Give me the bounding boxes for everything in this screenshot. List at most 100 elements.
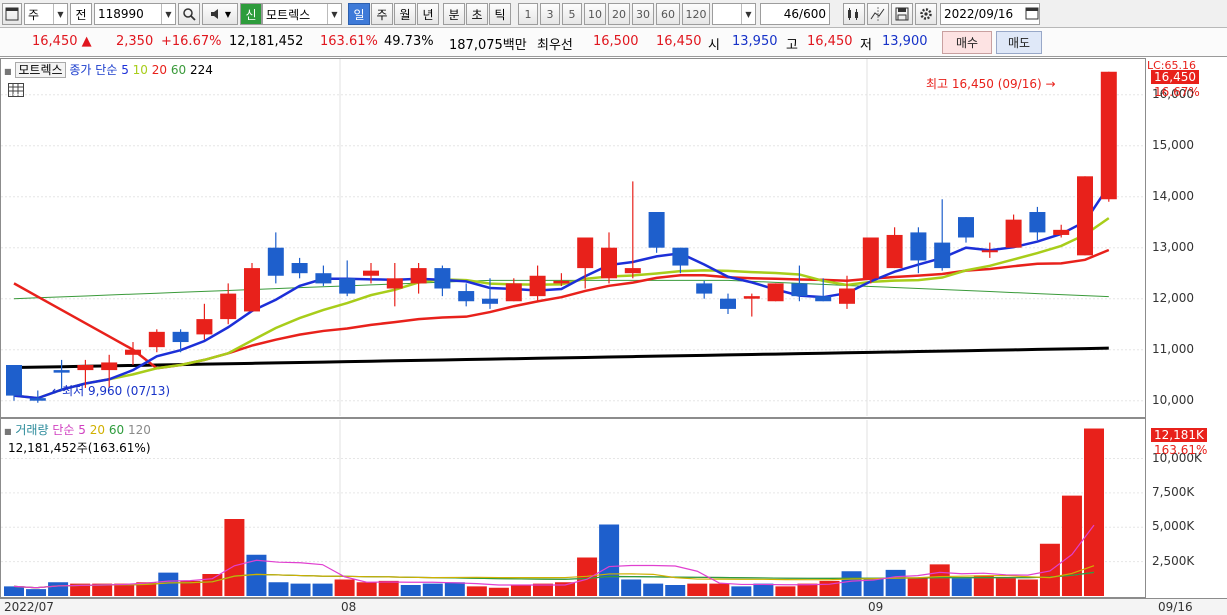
period-second-button[interactable]: 초	[466, 3, 488, 25]
volume-bar-down	[951, 578, 972, 596]
price-tick: 13,000	[1152, 239, 1194, 254]
interval-5-button[interactable]: 5	[562, 3, 582, 25]
low-label: 저	[860, 38, 872, 53]
volume-bar-up	[709, 583, 730, 596]
candle-type-icon[interactable]	[843, 3, 865, 25]
up-arrow-icon: ▲	[81, 34, 92, 49]
candle-up	[101, 362, 118, 371]
gear-icon[interactable]	[915, 3, 937, 25]
date-field[interactable]: 2022/09/16	[940, 3, 1040, 25]
candle-up	[767, 283, 784, 302]
volume-bar-up	[995, 578, 1016, 596]
price-tick: 15,000	[1152, 137, 1194, 152]
volume-bar-up	[114, 583, 135, 596]
volume-bar-up	[510, 585, 531, 596]
period-type-select[interactable]: 전	[70, 3, 92, 25]
candle-down	[53, 370, 70, 373]
volume-bar-up	[466, 586, 487, 596]
volume-bar-up	[973, 575, 994, 596]
turnover-ratio: 49.73%	[384, 34, 434, 49]
interval-60-button[interactable]: 60	[656, 3, 680, 25]
candle-up	[386, 278, 403, 289]
interval-30-button[interactable]: 30	[632, 3, 654, 25]
stock-code-value: 118990	[98, 7, 144, 21]
data-count-field[interactable]: 46/600	[760, 3, 830, 25]
search-icon[interactable]	[178, 3, 200, 25]
calendar-icon[interactable]	[1025, 6, 1039, 23]
x-axis: 2022/07 08 09 09/16	[0, 598, 1227, 615]
candle-up	[624, 268, 641, 274]
period-minute-button[interactable]: 분	[443, 3, 465, 25]
volume-bar-down	[643, 583, 664, 596]
x-label-sep: 09	[868, 600, 884, 614]
candle-up	[220, 293, 237, 320]
market-select[interactable]: 주 ▼	[24, 3, 68, 25]
price-tick: 11,000	[1152, 341, 1194, 356]
candle-down	[339, 278, 356, 294]
high-note: 최고 16,450 (09/16) →	[926, 75, 1056, 92]
trade-amount: 187,075백만	[449, 38, 527, 53]
current-price: 16,450 ▲	[32, 34, 92, 49]
candle-down	[934, 242, 951, 269]
chevron-down-icon: ▼	[741, 4, 755, 24]
volume-bar-down	[885, 569, 906, 596]
volume-value: 12,181,452	[229, 34, 304, 49]
volume-bar-up	[356, 582, 377, 596]
volume-bar-down	[665, 585, 686, 596]
volume-bar-down	[621, 579, 642, 596]
speaker-icon[interactable]: ▼	[202, 3, 238, 25]
custom-interval-select[interactable]: ▼	[712, 3, 756, 25]
volume-ratio: 163.61%	[320, 34, 378, 49]
stock-name-value: 모트렉스	[266, 7, 311, 22]
low-price: 13,900	[882, 34, 928, 49]
high-label: 고	[786, 38, 798, 53]
volume-bar-down	[26, 589, 47, 596]
price-tick: 12,000	[1152, 290, 1194, 305]
window-icon[interactable]	[2, 3, 22, 25]
chart-canvas[interactable]	[0, 58, 1227, 615]
best-quote-label: 최우선	[537, 38, 573, 53]
interval-10-button[interactable]: 10	[584, 3, 606, 25]
stock-name-field[interactable]: 모트렉스 ▼	[262, 3, 342, 25]
volume-bar-up	[907, 578, 928, 596]
volume-bar-down	[599, 524, 620, 596]
candle-down	[315, 273, 332, 284]
volume-tick: 2,500K	[1152, 553, 1195, 568]
volume-bar-up	[687, 583, 708, 596]
candle-down	[291, 263, 308, 274]
candle-down	[434, 268, 451, 289]
interval-20-button[interactable]: 20	[608, 3, 630, 25]
candle-up	[1100, 71, 1117, 200]
interval-1-button[interactable]: 1	[518, 3, 538, 25]
candle-up	[410, 268, 427, 284]
period-tick-button[interactable]: 틱	[489, 3, 511, 25]
volume-bar-down	[48, 582, 69, 596]
period-week-button[interactable]: 주	[371, 3, 393, 25]
candle-up	[577, 237, 594, 269]
buy-button[interactable]: 매수	[942, 31, 992, 54]
candle-down	[696, 283, 713, 294]
candle-up	[148, 331, 165, 348]
change-pct-tag: 16.67%	[1154, 85, 1200, 99]
save-icon[interactable]	[891, 3, 913, 25]
candle-down	[720, 298, 736, 309]
period-month-button[interactable]: 월	[394, 3, 416, 25]
interval-120-button[interactable]: 120	[682, 3, 710, 25]
period-day-button[interactable]: 일	[348, 3, 370, 25]
volume-bar-up	[224, 519, 245, 596]
best-bid: 16,450	[656, 34, 702, 49]
candle-down	[29, 398, 46, 401]
interval-3-button[interactable]: 3	[540, 3, 560, 25]
volume-bar-down	[312, 583, 333, 596]
volume-bar-up	[1084, 428, 1104, 596]
stock-code-input[interactable]: 118990 ▼	[94, 3, 176, 25]
candle-down	[172, 331, 189, 343]
date-value: 2022/09/16	[944, 7, 1014, 21]
volume-bar-up	[797, 583, 818, 596]
candle-up	[196, 319, 213, 335]
crosshair-icon[interactable]	[867, 3, 889, 25]
period-year-button[interactable]: 년	[417, 3, 439, 25]
sell-button[interactable]: 매도	[996, 31, 1042, 54]
volume-tick: 5,000K	[1152, 519, 1195, 534]
candle-down	[791, 283, 808, 297]
